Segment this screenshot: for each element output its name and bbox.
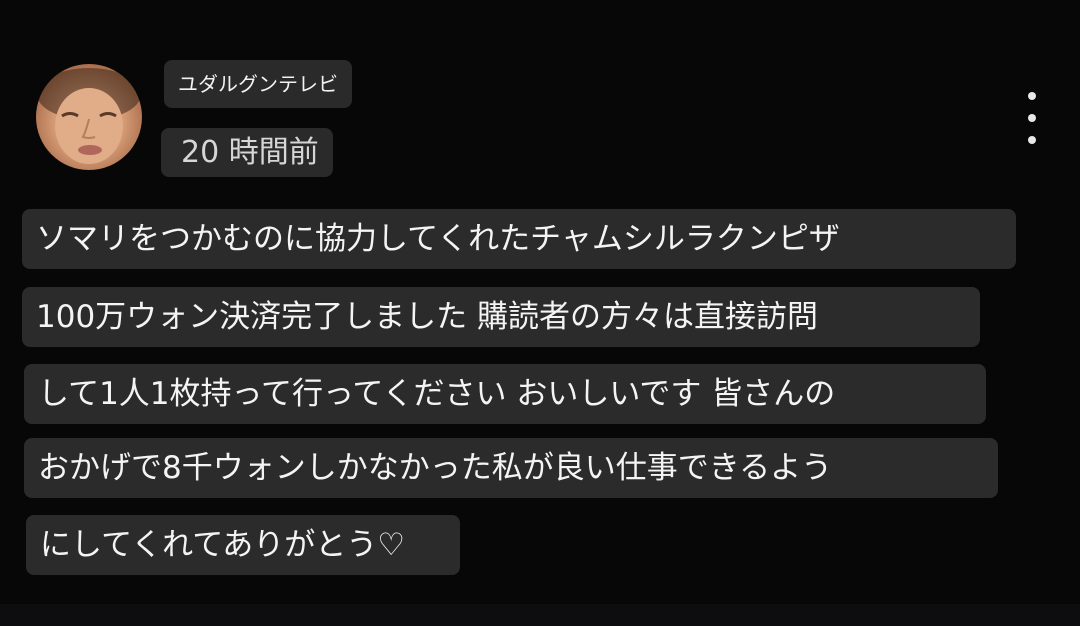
comment-text-line: にしてくれてありがとう♡ xyxy=(26,515,460,575)
comment-text-line: おかげで8千ウォンしかなかった私が良い仕事できるよう xyxy=(24,438,998,498)
bottom-divider xyxy=(0,604,1080,626)
avatar[interactable] xyxy=(36,64,142,170)
menu-dot xyxy=(1028,136,1036,144)
author-name[interactable]: ユダルグンテレビ xyxy=(164,60,352,108)
avatar-face-image xyxy=(37,68,141,164)
comment-text-line: ソマリをつかむのに協力してくれたチャムシルラクンピザ xyxy=(22,209,1016,269)
comment-text-line: 100万ウォン決済完了しました 購読者の方々は直接訪問 xyxy=(22,287,980,347)
more-vertical-icon[interactable] xyxy=(1016,92,1048,144)
menu-dot xyxy=(1028,114,1036,122)
comment-timestamp: 20 時間前 xyxy=(161,128,333,177)
menu-dot xyxy=(1028,92,1036,100)
comment-card: ユダルグンテレビ 20 時間前 ソマリをつかむのに協力してくれたチャムシルラクン… xyxy=(0,0,1080,604)
comment-text-line: して1人1枚持って行ってください おいしいです 皆さんの xyxy=(24,364,986,424)
